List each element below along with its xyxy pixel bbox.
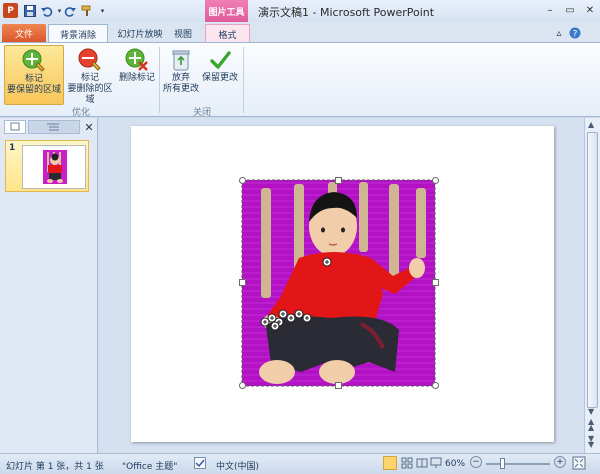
resize-handle-top-right[interactable] xyxy=(432,177,439,184)
close-pane-icon[interactable]: ✕ xyxy=(82,120,96,134)
normal-view-icon[interactable] xyxy=(383,456,397,470)
previous-slide-icon[interactable]: ▲ ▲ xyxy=(588,418,594,432)
delete-mark-icon xyxy=(124,48,150,72)
slide-count-status: 幻灯片 第 1 张，共 1 张 xyxy=(6,462,104,472)
ribbon-tab-row: 文件 背景消除 幻灯片放映 视图 格式 ▵ ? xyxy=(0,22,600,43)
pane-tabs: ✕ xyxy=(2,120,96,134)
minimize-ribbon-icon[interactable]: ▵ xyxy=(552,24,566,42)
resize-handle-bottom-left[interactable] xyxy=(239,382,246,389)
group-separator xyxy=(243,47,244,113)
tab-file[interactable]: 文件 xyxy=(2,24,46,42)
customize-toolbar-icon[interactable]: ▾ xyxy=(95,3,110,18)
resize-handle-top[interactable] xyxy=(335,177,342,184)
minus-pencil-icon xyxy=(77,48,103,72)
close-icon[interactable]: ✕ xyxy=(580,3,600,17)
slide-number: 1 xyxy=(9,143,16,153)
zoom-level[interactable]: 60% xyxy=(445,459,465,469)
photo-with-background-mask[interactable] xyxy=(131,126,554,442)
maximize-icon[interactable]: ▭ xyxy=(560,3,580,17)
minimize-icon[interactable]: – xyxy=(540,3,560,17)
resize-handle-bottom[interactable] xyxy=(335,382,342,389)
remove-label-1: 标记 xyxy=(80,73,99,83)
help-icon[interactable]: ? xyxy=(568,24,582,42)
delete-mark-button[interactable]: 删除标记 xyxy=(117,45,157,103)
next-slide-icon[interactable]: ▼ ▼ xyxy=(588,435,594,449)
resize-handle-right[interactable] xyxy=(432,279,439,286)
reading-view-icon[interactable] xyxy=(416,457,428,472)
keep-label-1: 标记 xyxy=(24,74,43,84)
slideshow-view-icon[interactable] xyxy=(430,457,442,472)
keep-label-2: 要保留的区域 xyxy=(6,85,61,95)
theme-status[interactable]: "Office 主题" xyxy=(122,459,177,472)
scroll-up-icon[interactable]: ▲ xyxy=(588,120,594,129)
slide-sorter-icon[interactable] xyxy=(401,457,413,472)
fit-to-window-icon[interactable] xyxy=(572,456,586,473)
format-painter-icon[interactable] xyxy=(79,3,94,18)
scroll-down-icon[interactable]: ▼ xyxy=(588,407,594,416)
picture-tools-context-label: 图片工具 xyxy=(205,0,248,22)
resize-handle-top-left[interactable] xyxy=(239,177,246,184)
zoom-out-icon[interactable]: − xyxy=(470,456,482,468)
mark-areas-to-keep-button[interactable]: 标记 要保留的区域 xyxy=(4,45,64,105)
discard-all-changes-button[interactable]: 放弃 所有更改 xyxy=(163,45,199,103)
title-bar: P ▾ ▾ 图片工具 演示文稿1 - Microsoft PowerPoint … xyxy=(0,0,600,22)
tab-format[interactable]: 格式 xyxy=(205,24,250,43)
slide-thumbnail-preview xyxy=(22,145,86,189)
checkmark-icon xyxy=(207,48,233,72)
zoom-in-icon[interactable]: + xyxy=(554,456,566,468)
window-title: 演示文稿1 - Microsoft PowerPoint xyxy=(258,6,435,19)
recycle-bin-icon xyxy=(168,48,194,72)
keep-changes-label: 保留更改 xyxy=(201,73,238,83)
mark-areas-to-remove-button[interactable]: 标记 要删除的区域 xyxy=(64,45,116,105)
resize-handle-left[interactable] xyxy=(239,279,246,286)
vertical-scrollbar[interactable]: ▲ ▼ ▲ ▲ ▼ ▼ xyxy=(584,118,600,453)
keep-changes-button[interactable]: 保留更改 xyxy=(199,45,241,103)
remove-label-2: 要删除的区域 xyxy=(67,84,113,105)
outline-tab[interactable] xyxy=(28,120,80,134)
zoom-slider-track[interactable] xyxy=(486,463,550,465)
tab-slideshow[interactable]: 幻灯片放映 xyxy=(110,24,170,42)
slides-tab[interactable] xyxy=(4,120,26,134)
powerpoint-app-icon[interactable]: P xyxy=(3,3,18,18)
svg-text:?: ? xyxy=(573,30,578,40)
slides-pane: ✕ 1 xyxy=(0,118,98,453)
status-bar: 幻灯片 第 1 张，共 1 张 "Office 主题" 中文(中国) 60% −… xyxy=(0,453,600,474)
language-status[interactable]: 中文(中国) xyxy=(216,459,259,472)
resize-handle-bottom-right[interactable] xyxy=(432,382,439,389)
discard-label-1: 放弃 xyxy=(171,73,190,83)
tab-background-removal[interactable]: 背景消除 xyxy=(48,24,108,43)
spell-check-icon[interactable] xyxy=(194,457,206,472)
group-close-label: 关闭 xyxy=(193,108,212,118)
tab-view[interactable]: 视图 xyxy=(168,24,198,42)
group-separator xyxy=(159,47,160,113)
discard-label-2: 所有更改 xyxy=(163,84,200,94)
save-icon[interactable] xyxy=(22,3,37,18)
zoom-slider-thumb[interactable] xyxy=(500,458,505,469)
plus-pencil-icon xyxy=(21,49,47,73)
slide-thumbnail[interactable]: 1 xyxy=(5,140,89,192)
redo-icon[interactable] xyxy=(62,3,77,18)
scrollbar-thumb[interactable] xyxy=(587,132,598,408)
ribbon: 标记 要保留的区域 标记 要删除的区域 删除标记 优化 放弃 所有更改 保留更改… xyxy=(0,42,600,118)
slide-canvas[interactable] xyxy=(131,126,554,442)
group-refine-label: 优化 xyxy=(72,108,91,118)
delete-mark-label: 删除标记 xyxy=(118,73,155,83)
